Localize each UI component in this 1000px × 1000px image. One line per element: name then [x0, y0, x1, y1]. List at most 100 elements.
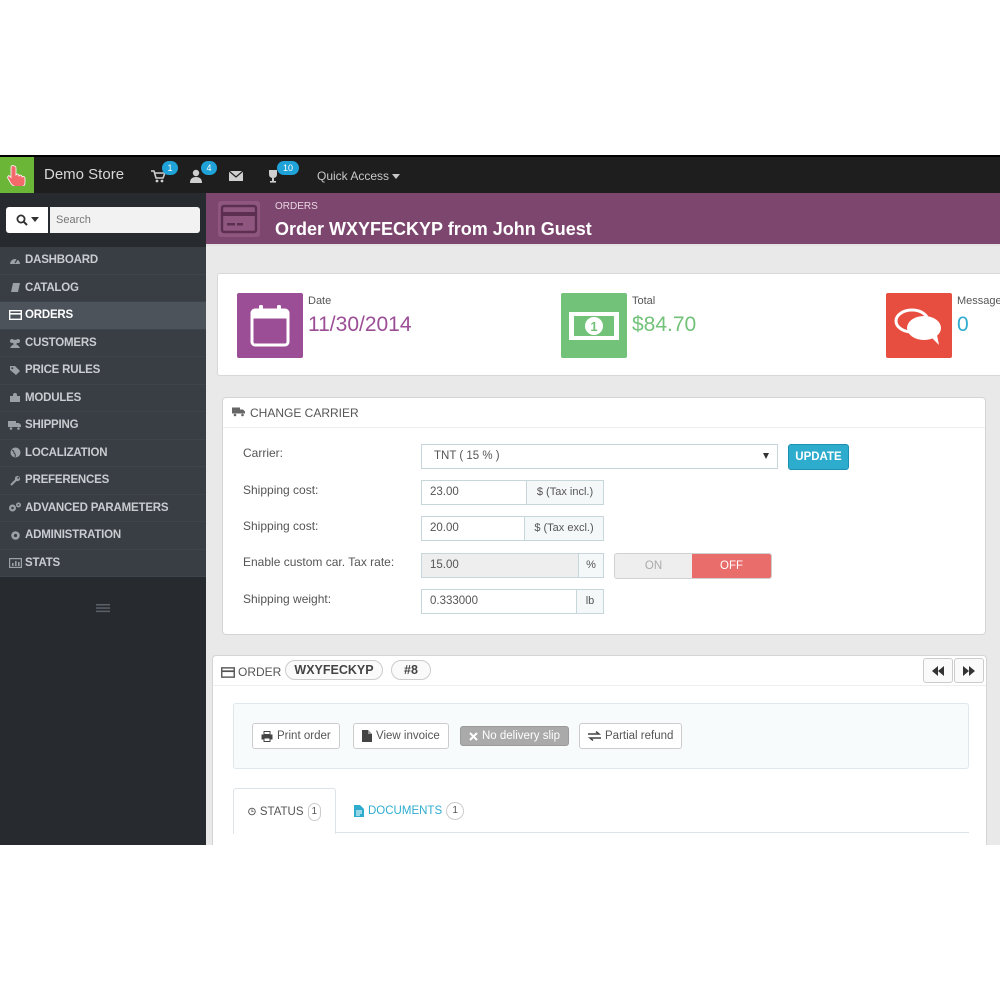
shipping-cost-excl-label: Shipping cost:	[243, 519, 319, 533]
sidebar-item-label: CUSTOMERS	[25, 336, 97, 349]
shipping-cost-incl-input[interactable]: 23.00	[421, 480, 527, 505]
dashboard-icon	[8, 255, 22, 266]
sidebar-item-label: STATS	[25, 556, 60, 569]
kpi-panel: Date 11/30/2014 1 Total $84.70 Messages …	[217, 273, 1000, 376]
tab-status-label: STATUS	[259, 805, 304, 818]
envelope-icon[interactable]	[228, 169, 244, 183]
sidebar-item-label: ORDERS	[25, 309, 74, 322]
sidebar-item-administration[interactable]: ADMINISTRATION	[0, 522, 206, 550]
breadcrumb[interactable]: ORDERS	[275, 201, 318, 212]
partial-refund-label: Partial refund	[605, 730, 674, 742]
file-text-icon	[354, 805, 364, 817]
sidebar-item-label: CATALOG	[25, 281, 79, 294]
sidebar-item-label: MODULES	[25, 391, 82, 404]
money-icon: 1	[561, 293, 627, 358]
sidebar-item-price-rules[interactable]: PRICE RULES	[0, 357, 206, 385]
sidebar-item-label: ADVANCED PARAMETERS	[25, 501, 169, 514]
search-input[interactable]	[50, 207, 200, 233]
caret-down-icon	[30, 217, 39, 222]
sidebar-item-label: DASHBOARD	[25, 254, 98, 267]
carrier-selected-value: TNT ( 15 % )	[434, 450, 500, 462]
tab-status[interactable]: STATUS 1	[233, 788, 336, 834]
file-icon	[362, 730, 372, 742]
wrench-icon	[8, 475, 22, 486]
sidebar-menu: DASHBOARD CATALOG ORDERS CUSTOMERS PRICE…	[0, 247, 206, 577]
tab-divider	[335, 832, 969, 833]
quick-access-label: Quick Access	[317, 169, 390, 183]
sidebar-item-preferences[interactable]: PREFERENCES	[0, 467, 206, 495]
bar-chart-icon	[8, 557, 22, 568]
tax-rate-toggle[interactable]: ON OFF	[614, 553, 772, 579]
tab-documents-count: 1	[446, 802, 465, 820]
logo[interactable]	[0, 157, 34, 193]
shipping-weight-label: Shipping weight:	[243, 592, 332, 606]
print-order-button[interactable]: Print order	[252, 723, 340, 749]
sidebar-item-catalog[interactable]: CATALOG	[0, 274, 206, 302]
messages-label: Messages	[957, 295, 1000, 307]
svg-text:1: 1	[590, 319, 597, 334]
shipping-weight-input[interactable]: 0.333000	[421, 589, 577, 614]
total-value: $84.70	[632, 313, 697, 336]
page-header: ORDERS Order WXYFECKYP from John Guest	[206, 193, 1000, 246]
users-icon	[8, 337, 22, 348]
tab-status-count: 1	[307, 802, 321, 821]
tab-documents[interactable]: DOCUMENTS 1	[340, 788, 478, 834]
book-icon	[8, 282, 22, 293]
sidebar-item-stats[interactable]: STATS	[0, 549, 206, 577]
shipping-cost-excl-input[interactable]: 20.00	[421, 516, 525, 541]
date-value: 11/30/2014	[308, 313, 412, 336]
change-carrier-panel: CHANGE CARRIER Carrier: TNT ( 15 % ) UPD…	[222, 397, 986, 635]
carrier-label: Carrier:	[243, 446, 284, 460]
sidebar: DASHBOARD CATALOG ORDERS CUSTOMERS PRICE…	[0, 193, 206, 845]
view-invoice-label: View invoice	[376, 730, 440, 742]
customers-badge: 4	[201, 161, 217, 175]
sidebar-item-orders[interactable]: ORDERS	[0, 302, 206, 330]
comments-icon	[886, 293, 952, 358]
print-icon	[261, 730, 273, 742]
search-type-button[interactable]	[6, 207, 48, 233]
previous-order-button[interactable]	[923, 658, 953, 683]
sidebar-item-label: PRICE RULES	[25, 364, 101, 377]
order-reference-badge: WXYFECKYP	[285, 660, 383, 680]
clock-icon	[248, 807, 256, 816]
carrier-select[interactable]: TNT ( 15 % )	[421, 444, 778, 469]
sidebar-item-localization[interactable]: LOCALIZATION	[0, 439, 206, 467]
total-label: Total	[632, 295, 656, 307]
update-button[interactable]: UPDATE	[788, 444, 849, 470]
sidebar-item-label: LOCALIZATION	[25, 446, 108, 459]
toggle-on-option[interactable]: ON	[615, 554, 693, 578]
panel-title: CHANGE CARRIER	[250, 406, 359, 420]
next-order-button[interactable]	[954, 658, 984, 683]
tax-rate-label: Enable custom car. Tax rate:	[243, 555, 395, 569]
sidebar-item-label: SHIPPING	[25, 419, 79, 432]
cog-icon	[8, 530, 22, 541]
quick-access-menu[interactable]: Quick Access	[317, 169, 401, 183]
messages-value[interactable]: 0	[957, 313, 969, 337]
toggle-off-option[interactable]: OFF	[692, 554, 771, 578]
tax-rate-input[interactable]: 15.00	[421, 553, 579, 578]
shipping-weight-addon: lb	[576, 589, 604, 614]
sidebar-item-customers[interactable]: CUSTOMERS	[0, 329, 206, 357]
store-name[interactable]: Demo Store	[44, 166, 124, 183]
no-delivery-slip-button[interactable]: No delivery slip	[460, 726, 569, 746]
page-title: Order WXYFECKYP from John Guest	[275, 219, 592, 239]
sidebar-item-modules[interactable]: MODULES	[0, 384, 206, 412]
hand-pointer-icon	[7, 165, 26, 186]
trophy-badge: 10	[277, 161, 299, 175]
globe-icon	[8, 447, 22, 458]
sidebar-item-dashboard[interactable]: DASHBOARD	[0, 247, 206, 275]
view-invoice-button[interactable]: View invoice	[353, 723, 449, 749]
collapse-menu-icon[interactable]	[96, 603, 110, 613]
order-panel: ORDER WXYFECKYP #8 Print order View invo…	[212, 655, 987, 845]
partial-refund-button[interactable]: Partial refund	[579, 723, 683, 749]
top-bar: Demo Store 1 4 10 Quick Access	[0, 155, 1000, 193]
sidebar-item-shipping[interactable]: SHIPPING	[0, 412, 206, 440]
order-heading: ORDER	[221, 665, 281, 679]
caret-down-icon	[763, 453, 769, 459]
sidebar-item-advanced-parameters[interactable]: ADVANCED PARAMETERS	[0, 494, 206, 522]
print-order-label: Print order	[277, 730, 331, 742]
screenshot: Demo Store 1 4 10 Quick Access Search DA…	[0, 155, 1000, 845]
search-box	[6, 207, 200, 233]
truck-icon	[8, 420, 22, 431]
no-delivery-slip-label: No delivery slip	[482, 730, 560, 742]
